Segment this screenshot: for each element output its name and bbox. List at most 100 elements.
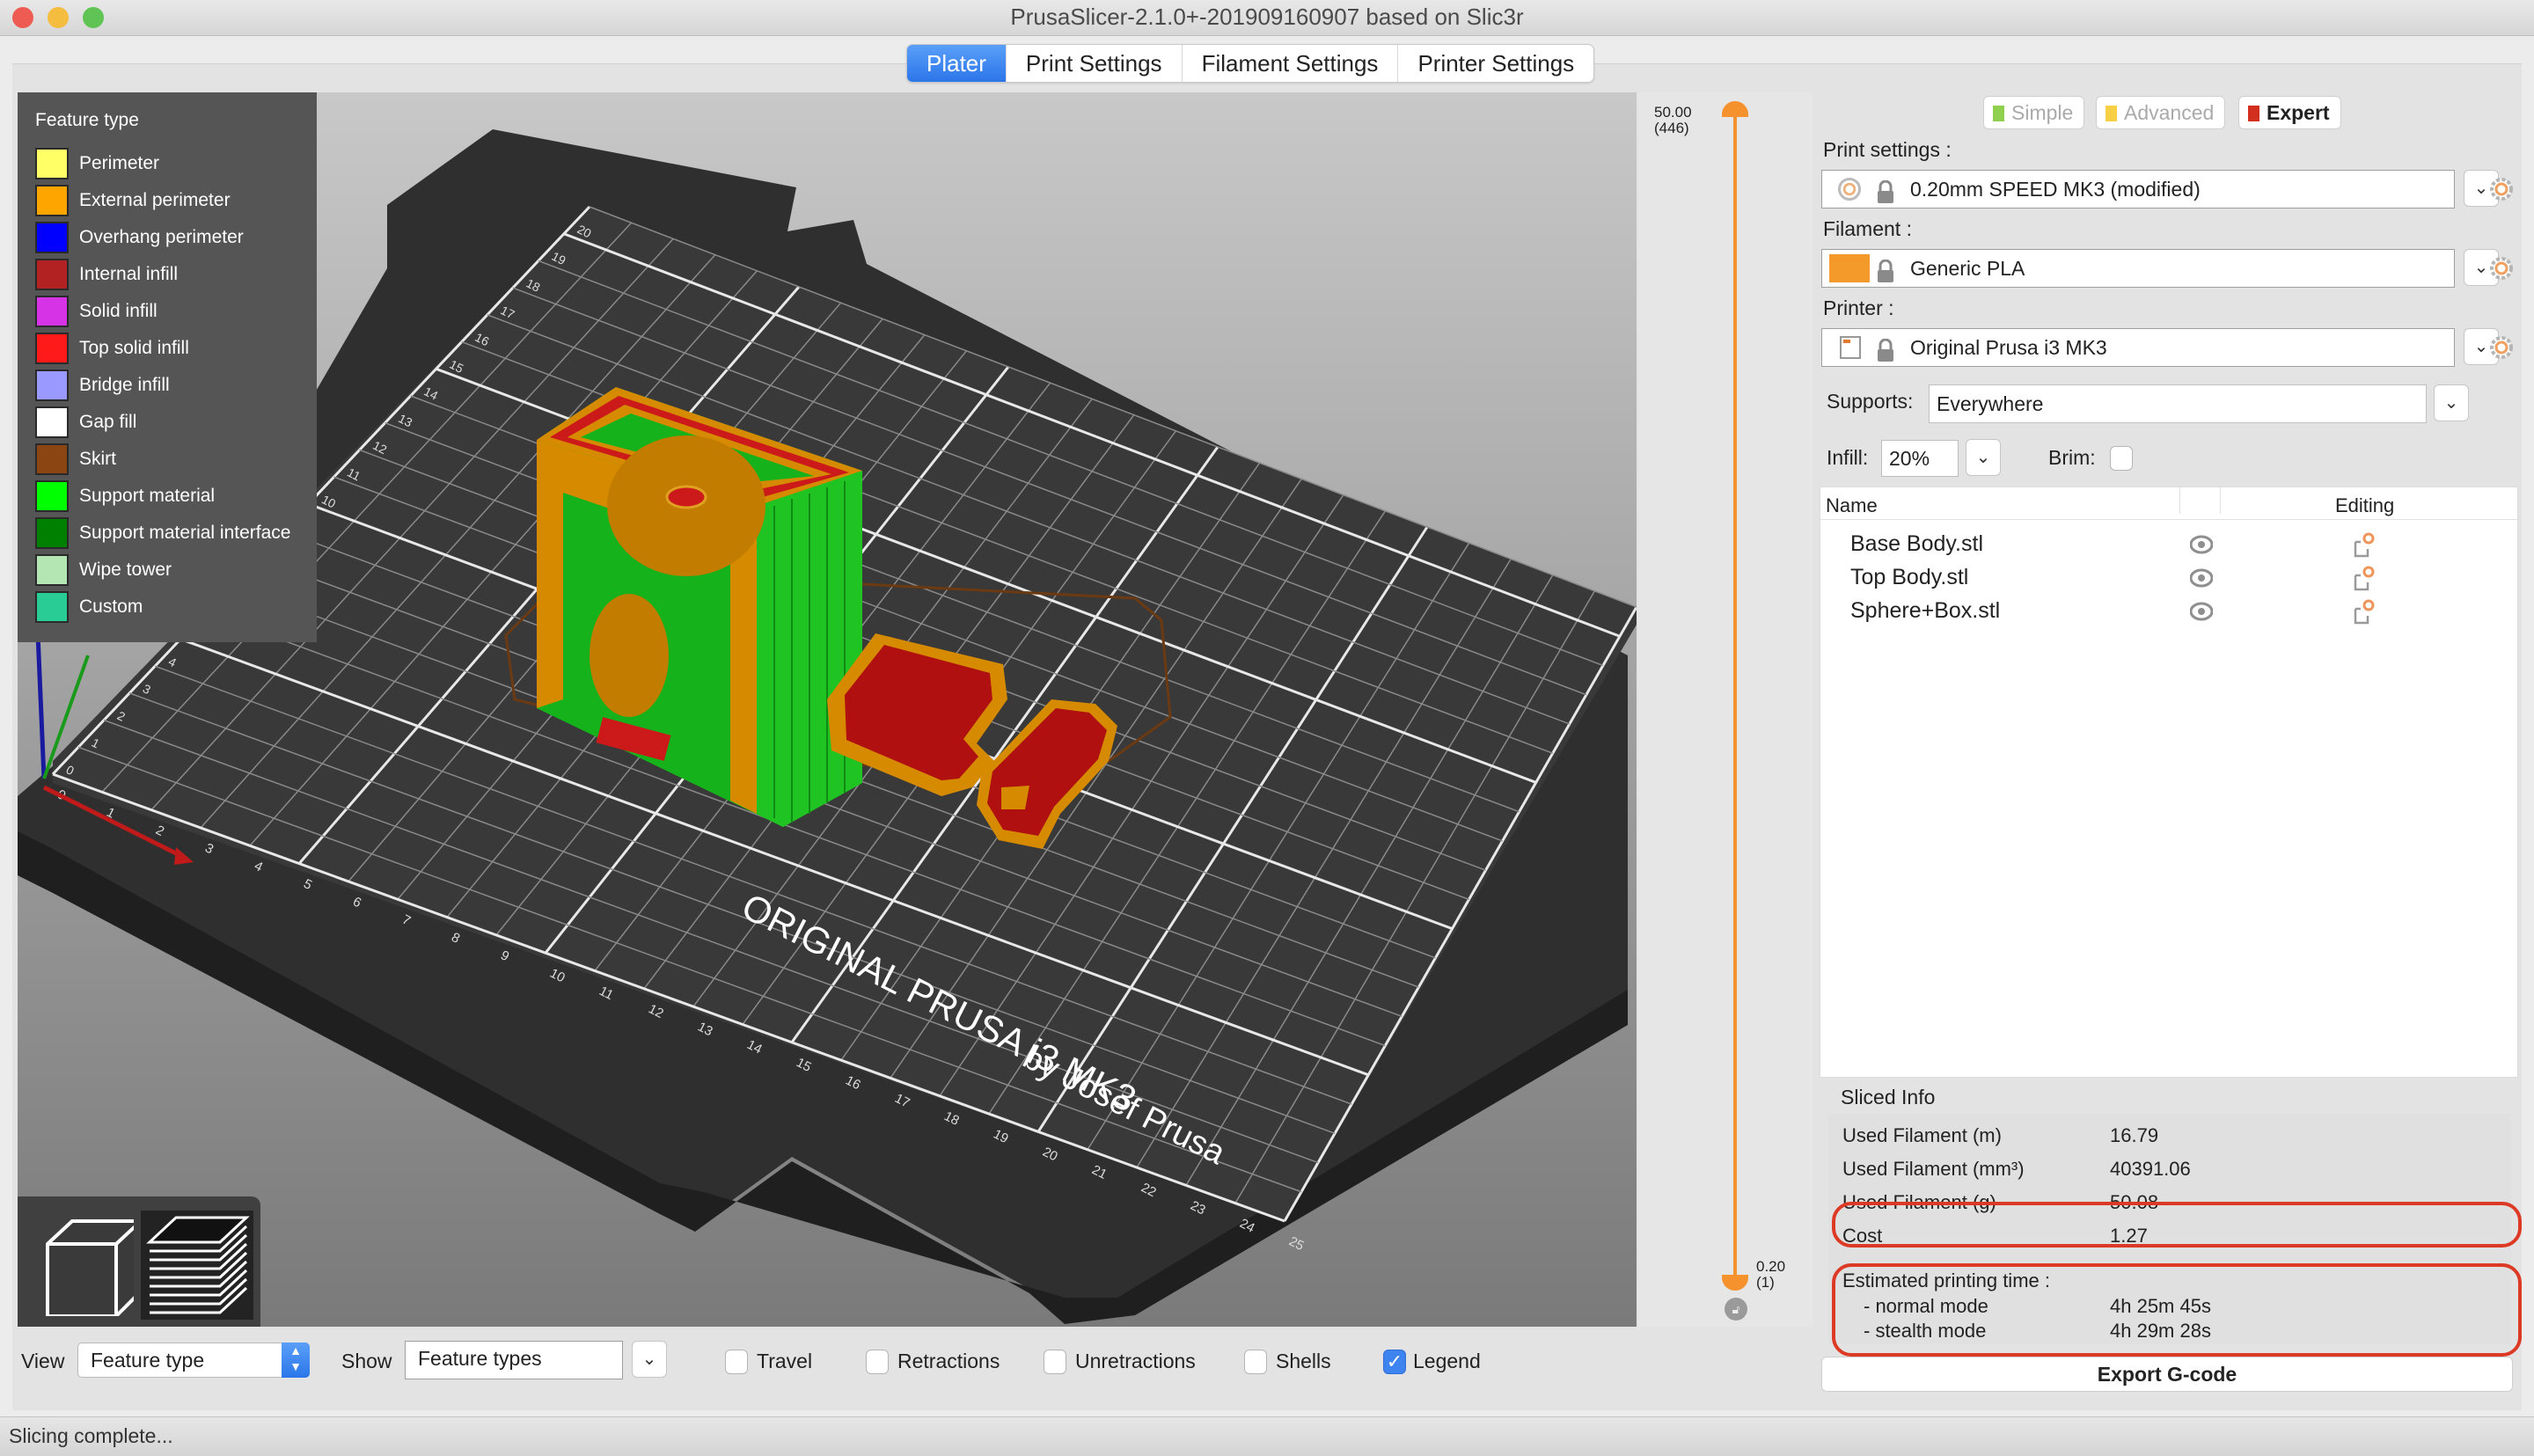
chevron-down-icon: ⌄: [2473, 179, 2489, 198]
legend-item: Custom: [35, 589, 143, 626]
tab-print-settings[interactable]: Print Settings: [1007, 45, 1183, 82]
infill-input[interactable]: 20%: [1881, 440, 1959, 477]
show-features-dropdown-button[interactable]: ⌄: [632, 1341, 667, 1378]
legend-color-swatch: [35, 443, 69, 475]
chevron-down-icon: ⌄: [641, 1350, 657, 1369]
supports-dropdown[interactable]: ⌄: [2434, 384, 2469, 421]
retractions-checkbox[interactable]: [866, 1350, 889, 1374]
chevron-down-icon: ⌄: [2473, 258, 2489, 277]
legend-item: Internal infill: [35, 256, 178, 293]
right-sidebar: Simple Advanced Expert Print settings : …: [1813, 92, 2522, 1403]
sliced-info-title: Sliced Info: [1841, 1086, 1936, 1108]
main-tabs: Plater Print Settings Filament Settings …: [906, 44, 1595, 83]
mode-advanced-button[interactable]: Advanced: [2096, 96, 2226, 129]
slider-top-value: 50.00: [1654, 104, 1692, 121]
view-type-select[interactable]: Feature type ▲ ▼: [77, 1343, 310, 1378]
legend-item: Wipe tower: [35, 552, 172, 589]
legend-color-swatch: [35, 480, 69, 512]
cube-icon: [46, 1219, 143, 1318]
infill-value: 20%: [1889, 447, 1930, 470]
mode-simple-button[interactable]: Simple: [1983, 96, 2085, 129]
legend-item: Bridge infill: [35, 367, 170, 404]
show-features-combo[interactable]: Feature types: [405, 1341, 623, 1379]
printer-edit-button[interactable]: [2488, 334, 2515, 361]
print-settings-combo[interactable]: 0.20mm SPEED MK3 (modified): [1821, 170, 2455, 209]
show-label: Show: [341, 1350, 392, 1372]
legend-label: Gap fill: [79, 412, 137, 432]
column-header-name[interactable]: Name: [1826, 494, 1878, 517]
mode-simple-label: Simple: [2011, 101, 2074, 124]
legend-color-swatch: [35, 259, 69, 290]
legend-item: Skirt: [35, 441, 116, 478]
show-features-value: Feature types: [418, 1347, 542, 1370]
filament-edit-button[interactable]: [2488, 255, 2515, 282]
legend-label: Internal infill: [79, 264, 179, 284]
column-header-editing[interactable]: Editing: [2335, 494, 2394, 517]
window-title: PrusaSlicer-2.1.0+-201909160907 based on…: [1010, 4, 1524, 30]
sliced-info-value: 16.79: [2110, 1124, 2159, 1146]
legend-color-swatch: [35, 517, 69, 549]
legend-item: Top solid infill: [35, 330, 189, 367]
sliced-info-label: Used Filament (m): [1842, 1124, 2002, 1146]
edit-settings-icon[interactable]: [2352, 565, 2375, 596]
legend-label: Bridge infill: [79, 375, 170, 395]
object-row[interactable]: Base Body.stl: [1820, 530, 2517, 561]
legend-item: Support material interface: [35, 515, 290, 552]
3d-view-button[interactable]: [28, 1211, 143, 1318]
retractions-label: Retractions: [897, 1350, 1000, 1372]
gear-icon: [2490, 336, 2513, 359]
lock-icon: [1877, 178, 1894, 203]
travel-checkbox[interactable]: [725, 1350, 748, 1374]
mode-advanced-label: Advanced: [2124, 101, 2215, 124]
layer-slider[interactable]: 50.00 (446) 0.20 (1) 🔓︎: [1638, 92, 1813, 1327]
printer-combo[interactable]: Original Prusa i3 MK3: [1821, 328, 2455, 367]
legend-color-swatch: [35, 333, 69, 364]
tab-plater[interactable]: Plater: [907, 45, 1007, 82]
expert-mode-icon: [2248, 106, 2259, 121]
visibility-eye-icon[interactable]: [2189, 602, 2214, 626]
legend-label: Overhang perimeter: [79, 227, 244, 247]
unlock-icon[interactable]: 🔓︎: [1725, 1298, 1747, 1321]
legend-color-swatch: [35, 185, 69, 216]
lock-icon: [1877, 336, 1894, 362]
object-row[interactable]: Sphere+Box.stl: [1820, 596, 2517, 628]
edit-settings-icon[interactable]: [2352, 531, 2375, 562]
visibility-eye-icon[interactable]: [2189, 568, 2214, 592]
preview-view-button[interactable]: [141, 1211, 253, 1320]
object-name: Sphere+Box.stl: [1850, 598, 2001, 623]
legend-label: Top solid infill: [79, 338, 189, 358]
edit-settings-icon[interactable]: [2352, 598, 2375, 629]
updown-chevron-icon: ▲ ▼: [282, 1343, 310, 1378]
slider-bottom-thumb[interactable]: [1722, 1275, 1748, 1291]
legend-color-swatch: [35, 222, 69, 253]
visibility-eye-icon[interactable]: [2189, 535, 2214, 559]
legend-checkbox[interactable]: ✓: [1383, 1350, 1406, 1374]
tab-printer-settings[interactable]: Printer Settings: [1398, 45, 1593, 82]
unretractions-checkbox[interactable]: [1044, 1350, 1066, 1374]
brim-checkbox[interactable]: [2110, 446, 2133, 471]
filament-combo[interactable]: Generic PLA: [1821, 249, 2455, 288]
shells-checkbox[interactable]: [1244, 1350, 1267, 1374]
highlight-printing-time: [1832, 1263, 2522, 1357]
tab-filament-settings[interactable]: Filament Settings: [1183, 45, 1399, 82]
infill-dropdown[interactable]: ⌄: [1966, 439, 2001, 476]
printer-icon: [1840, 336, 1861, 359]
status-bar: Slicing complete...: [0, 1416, 2534, 1456]
column-divider: [2220, 487, 2221, 514]
legend-item: Solid infill: [35, 293, 157, 330]
filament-value: Generic PLA: [1910, 257, 2025, 280]
export-gcode-button[interactable]: Export G-code: [1821, 1357, 2513, 1392]
print-settings-value: 0.20mm SPEED MK3 (modified): [1910, 178, 2201, 201]
mode-expert-button[interactable]: Expert: [2238, 96, 2341, 129]
supports-combo[interactable]: Everywhere: [1929, 384, 2427, 423]
legend-color-swatch: [35, 148, 69, 179]
print-settings-edit-button[interactable]: [2488, 176, 2515, 202]
status-text: Slicing complete...: [9, 1424, 173, 1447]
object-row[interactable]: Top Body.stl: [1820, 563, 2517, 595]
legend-item: Overhang perimeter: [35, 219, 244, 256]
filament-label: Filament :: [1823, 217, 1912, 240]
x-tick-label: 25: [1286, 1233, 1307, 1254]
legend-color-swatch: [35, 554, 69, 586]
chevron-down-icon: ⌄: [2473, 337, 2489, 356]
advanced-mode-icon: [2106, 106, 2117, 121]
